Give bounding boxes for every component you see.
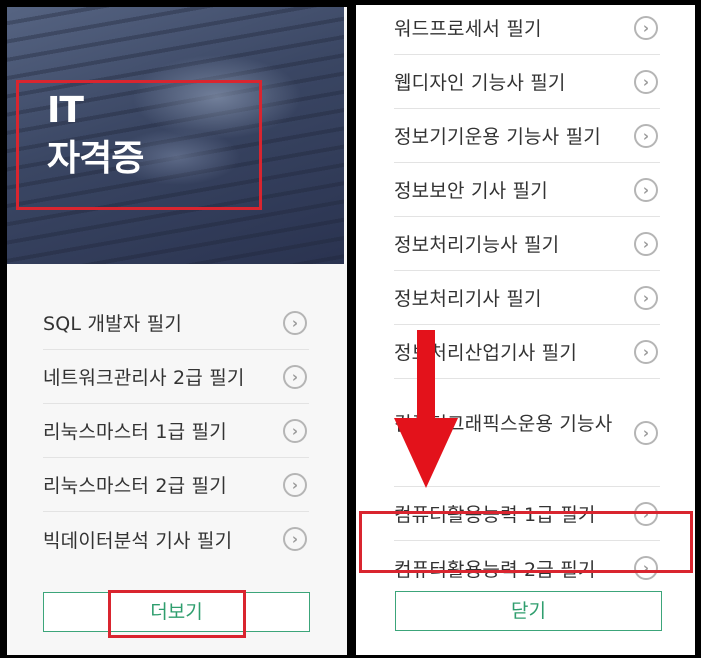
highlight-box-more-button bbox=[108, 590, 246, 638]
chevron-right-circle-icon: › bbox=[634, 69, 658, 94]
list-item-label: 정보기기운용 기능사 필기 bbox=[394, 126, 601, 148]
list-item-label: 리눅스마스터 2급 필기 bbox=[43, 475, 227, 497]
list-item-label: 리눅스마스터 1급 필기 bbox=[43, 421, 227, 443]
close-button[interactable]: 닫기 bbox=[395, 591, 662, 631]
list-item[interactable]: 정보보안 기사 필기 › bbox=[394, 163, 660, 217]
list-item-label: 웹디자인 기능사 필기 bbox=[394, 72, 566, 94]
list-item[interactable]: 네트워크관리사 2급 필기 › bbox=[43, 350, 309, 404]
chevron-right-circle-icon: › bbox=[634, 123, 658, 148]
list-item[interactable]: 리눅스마스터 1급 필기 › bbox=[43, 404, 309, 458]
chevron-right-circle-icon: › bbox=[283, 364, 307, 389]
chevron-right-circle-icon: › bbox=[634, 15, 658, 40]
list-item-label: 워드프로세서 필기 bbox=[394, 18, 542, 40]
chevron-right-circle-icon: › bbox=[283, 472, 307, 497]
chevron-right-circle-icon: › bbox=[634, 231, 658, 256]
list-item-label: 네트워크관리사 2급 필기 bbox=[43, 367, 245, 389]
list-item-label: 정보보안 기사 필기 bbox=[394, 180, 548, 202]
chevron-right-circle-icon: › bbox=[283, 527, 307, 551]
left-certificate-list: SQL 개발자 필기 › 네트워크관리사 2급 필기 › 리눅스마스터 1급 필기 ›… bbox=[43, 296, 309, 566]
right-certificate-list: 워드프로세서 필기 › 웹디자인 기능사 필기 › 정보기기운용 기능사 필기 › 정… bbox=[394, 5, 660, 595]
list-item[interactable]: 정보처리기능사 필기 › bbox=[394, 217, 660, 271]
list-item[interactable]: 웹디자인 기능사 필기 › bbox=[394, 55, 660, 109]
list-item-label: 정보처리기능사 필기 bbox=[394, 234, 560, 256]
chevron-right-circle-icon: › bbox=[283, 418, 307, 443]
list-item[interactable]: 빅데이터분석 기사 필기 › bbox=[43, 512, 309, 566]
list-item[interactable]: 정보처리기사 필기 › bbox=[394, 271, 660, 325]
list-item[interactable]: SQL 개발자 필기 › bbox=[43, 296, 309, 350]
chevron-right-circle-icon: › bbox=[634, 339, 658, 364]
chevron-right-circle-icon: › bbox=[634, 285, 658, 310]
chevron-right-circle-icon: › bbox=[634, 177, 658, 202]
list-item-label: 빅데이터분석 기사 필기 bbox=[43, 529, 233, 552]
list-item-label: SQL 개발자 필기 bbox=[43, 313, 183, 335]
list-item[interactable]: 워드프로세서 필기 › bbox=[394, 5, 660, 55]
down-arrow-annotation-icon bbox=[394, 330, 458, 488]
chevron-right-circle-icon: › bbox=[634, 420, 658, 445]
highlight-box-selected-item bbox=[359, 511, 693, 573]
highlight-box-banner bbox=[16, 80, 262, 210]
list-item[interactable]: 정보기기운용 기능사 필기 › bbox=[394, 109, 660, 163]
list-item-label: 정보처리기사 필기 bbox=[394, 288, 542, 310]
chevron-right-circle-icon: › bbox=[283, 310, 307, 335]
list-item[interactable]: 리눅스마스터 2급 필기 › bbox=[43, 458, 309, 512]
